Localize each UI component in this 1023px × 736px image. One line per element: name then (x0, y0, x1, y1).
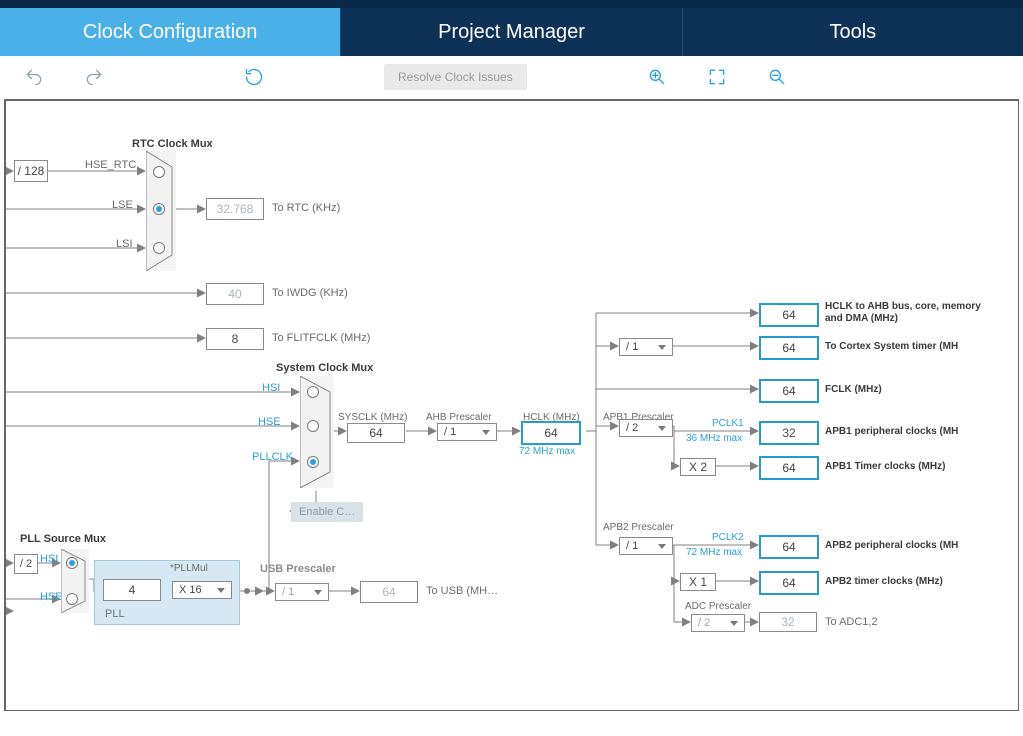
usb-presc-title: USB Prescaler (260, 563, 336, 575)
out-apb2p[interactable]: 64 (759, 535, 819, 559)
out-apb1t-label: APB1 Timer clocks (MHz) (825, 461, 945, 472)
ahb-prescaler[interactable]: / 1 (437, 423, 497, 441)
adc-dest: To ADC1,2 (825, 616, 878, 628)
out-apb1p[interactable]: 32 (759, 421, 819, 445)
sys-mux-hsi[interactable] (307, 386, 319, 398)
tabs: Clock Configuration Project Manager Tool… (0, 8, 1023, 56)
zoom-in-icon[interactable] (647, 67, 667, 87)
pll-src-mux[interactable] (61, 549, 89, 613)
toolbar: Resolve Clock Issues (0, 56, 1023, 99)
pll-src-div[interactable]: / 2 (14, 554, 38, 574)
out-fclk-label: FCLK (MHz) (825, 384, 882, 395)
chevron-down-icon (658, 345, 666, 350)
refresh-icon[interactable] (244, 67, 264, 87)
pclk1-note: 36 MHz max (686, 433, 742, 444)
rtc-output: 32.768 (206, 198, 264, 220)
pllclk-label: PLLCLK (252, 451, 293, 463)
out-fclk[interactable]: 64 (759, 379, 819, 403)
out-apb2t[interactable]: 64 (759, 571, 819, 595)
tab-clock-configuration[interactable]: Clock Configuration (0, 8, 340, 56)
sysclk-value[interactable]: 64 (347, 423, 405, 443)
hse-rtc-divider[interactable]: / 128 (14, 160, 48, 182)
hclk-value[interactable]: 64 (521, 421, 581, 445)
apb2-presc-label: APB2 Prescaler (603, 522, 674, 533)
pll-src-hsi[interactable] (66, 557, 78, 569)
sys-mux-pllclk[interactable] (307, 456, 319, 468)
window-titlebar-strip (0, 0, 1023, 8)
chevron-down-icon (730, 621, 738, 626)
out-apb1p-label: APB1 peripheral clocks (MH (825, 426, 958, 437)
lsi-label: LSI (116, 238, 133, 250)
tab-project-manager[interactable]: Project Manager (340, 8, 681, 56)
apb1-prescaler[interactable]: / 2 (619, 419, 673, 437)
resolve-clock-issues-button: Resolve Clock Issues (384, 64, 527, 90)
cortex-divider[interactable]: / 1 (619, 338, 673, 356)
pll-src-hse[interactable] (66, 593, 78, 605)
rtc-mux-lse[interactable] (153, 203, 165, 215)
enable-css-button: Enable C… (291, 502, 363, 522)
usb-dest: To USB (MH… (426, 585, 498, 597)
undo-icon[interactable] (24, 67, 44, 87)
zoom-out-icon[interactable] (767, 67, 787, 87)
out-apb2p-label: APB2 peripheral clocks (MH (825, 540, 958, 551)
chevron-down-icon (482, 430, 490, 435)
chevron-down-icon (658, 426, 666, 431)
chevron-down-icon (658, 544, 666, 549)
hclk-note: 72 MHz max (519, 446, 575, 457)
rtc-output-label: To RTC (KHz) (272, 202, 340, 214)
usb-prescaler[interactable]: / 1 (275, 583, 329, 601)
sys-mux-title: System Clock Mux (276, 362, 373, 374)
clock-diagram[interactable]: RTC Clock Mux / 128 HSE_RTC LSE LSI 32.7… (6, 101, 1016, 708)
adc-presc-label: ADC Prescaler (685, 601, 751, 612)
pclk1-label: PCLK1 (712, 418, 744, 429)
out-apb1t[interactable]: 64 (759, 456, 819, 480)
sys-mux-hse[interactable] (307, 420, 319, 432)
lse-label: LSE (112, 199, 133, 211)
rtc-mux-hse[interactable] (153, 166, 165, 178)
apb1-timer-mul: X 2 (680, 458, 716, 476)
out-hclk-bus-label: HCLK to AHB bus, core, memory and DMA (M… (825, 301, 1000, 325)
hsi-label: HSI (262, 382, 280, 394)
rtc-mux-title: RTC Clock Mux (132, 138, 213, 150)
pll-label: PLL (105, 608, 125, 620)
apb2-prescaler[interactable]: / 1 (619, 537, 673, 555)
out-apb2t-label: APB2 timer clocks (MHz) (825, 576, 943, 587)
flitf-output[interactable]: 8 (206, 328, 264, 350)
pll-src-title: PLL Source Mux (20, 533, 106, 545)
iwdg-output-label: To IWDG (KHz) (272, 287, 348, 299)
rtc-mux[interactable] (146, 151, 176, 271)
flitf-output-label: To FLITFCLK (MHz) (272, 332, 370, 344)
hse-rtc-label: HSE_RTC (85, 159, 136, 171)
usb-value: 64 (360, 581, 418, 603)
redo-icon[interactable] (84, 67, 104, 87)
ahb-presc-label: AHB Prescaler (426, 412, 492, 423)
pll-hse-label: HSE (40, 591, 63, 603)
adc-prescaler[interactable]: / 2 (691, 614, 745, 632)
tab-tools[interactable]: Tools (682, 8, 1023, 56)
rtc-mux-lsi[interactable] (153, 242, 165, 254)
hse-label: HSE (258, 416, 281, 428)
out-cortex-label: To Cortex System timer (MH (825, 341, 958, 352)
pll-hsi-label: HSI (40, 553, 58, 565)
chevron-down-icon (217, 588, 225, 593)
fit-screen-icon[interactable] (707, 67, 727, 87)
pll-mul[interactable]: X 16 (172, 581, 232, 599)
adc-value: 32 (759, 612, 817, 632)
out-hclk-bus[interactable]: 64 (759, 303, 819, 327)
pclk2-note: 72 MHz max (686, 547, 742, 558)
pll-n[interactable]: 4 (103, 579, 161, 601)
out-cortex[interactable]: 64 (759, 336, 819, 360)
apb2-timer-mul: X 1 (680, 573, 716, 591)
iwdg-output: 40 (206, 283, 264, 305)
pll-mul-label: *PLLMul (170, 563, 208, 574)
sysclk-label: SYSCLK (MHz) (338, 412, 407, 423)
sys-mux[interactable] (300, 376, 334, 488)
chevron-down-icon (314, 590, 322, 595)
pclk2-label: PCLK2 (712, 532, 744, 543)
